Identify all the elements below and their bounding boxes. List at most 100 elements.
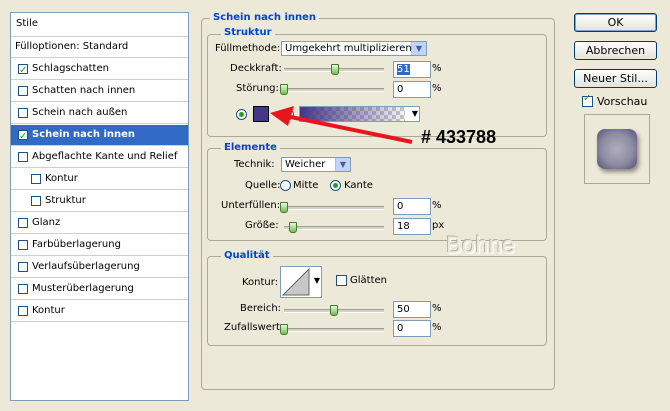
chevron-down-icon: ▼ bbox=[335, 158, 350, 171]
style-item-checkbox[interactable] bbox=[18, 86, 28, 96]
contour-picker[interactable]: ▼ bbox=[280, 266, 322, 298]
groesse-field[interactable]: 18 bbox=[393, 218, 431, 235]
ok-button[interactable]: OK bbox=[574, 13, 657, 32]
zufallswert-field[interactable]: 0 bbox=[393, 320, 431, 337]
unterfuellen-field[interactable]: 0 bbox=[393, 198, 431, 215]
style-item-8[interactable]: Glanz bbox=[11, 213, 188, 234]
style-item-label: Abgeflachte Kante und Relief bbox=[32, 151, 178, 162]
style-item-checkbox[interactable] bbox=[18, 284, 28, 294]
bereich-field[interactable]: 50 bbox=[393, 301, 431, 318]
style-item-label: Schein nach außen bbox=[32, 107, 128, 118]
arrow-head bbox=[270, 106, 294, 126]
technik-select[interactable]: Weicher ▼ bbox=[281, 157, 351, 172]
style-item-label: Fülloptionen: Standard bbox=[15, 41, 129, 52]
style-item-checkbox[interactable] bbox=[18, 262, 28, 272]
style-item-5[interactable]: Abgeflachte Kante und Relief bbox=[11, 147, 188, 168]
style-item-label: Farbüberlagerung bbox=[32, 239, 121, 250]
chevron-down-icon: ▼ bbox=[411, 42, 426, 55]
bereich-slider-thumb[interactable] bbox=[330, 305, 338, 316]
style-item-4[interactable]: Schein nach innen bbox=[11, 125, 188, 147]
style-item-label: Glanz bbox=[32, 217, 61, 228]
style-item-9[interactable]: Farbüberlagerung bbox=[11, 235, 188, 256]
inner-glow-title: Schein nach innen bbox=[210, 12, 320, 24]
style-item-label: Schlagschatten bbox=[32, 63, 109, 74]
style-item-checkbox[interactable] bbox=[18, 240, 28, 250]
style-item-12[interactable]: Kontur bbox=[11, 301, 188, 322]
preview-checkbox[interactable] bbox=[582, 93, 593, 107]
styles-header: Stile bbox=[11, 13, 188, 37]
style-item-6[interactable]: Kontur bbox=[11, 169, 188, 190]
styles-header-label: Stile bbox=[16, 18, 38, 29]
cancel-button[interactable]: Abbrechen bbox=[574, 41, 657, 60]
styles-list: Stile Fülloptionen: Standard Schlagschatte… bbox=[10, 12, 189, 401]
stoerung-field[interactable]: 0 bbox=[393, 81, 431, 98]
technik-value: Weicher bbox=[285, 159, 326, 170]
groesse-value: 18 bbox=[397, 221, 410, 232]
style-item-checkbox[interactable] bbox=[31, 174, 41, 184]
glaetten-label: Glätten bbox=[350, 275, 387, 286]
style-item-0[interactable]: Fülloptionen: Standard bbox=[11, 37, 188, 58]
preview-swatch bbox=[597, 129, 637, 169]
quelle-label: Quelle: bbox=[245, 180, 281, 191]
style-item-label: Musterüberlagerung bbox=[32, 283, 134, 294]
style-item-11[interactable]: Musterüberlagerung bbox=[11, 279, 188, 300]
zufallswert-slider-track[interactable] bbox=[284, 328, 384, 332]
chevron-down-icon: ▼ bbox=[313, 276, 320, 285]
stoerung-label: Störung: bbox=[236, 83, 279, 94]
groesse-unit: px bbox=[432, 220, 445, 231]
bereich-value: 50 bbox=[397, 304, 410, 315]
deckkraft-field[interactable]: 51 bbox=[393, 61, 431, 78]
fuellmethode-label: Füllmethode: bbox=[215, 43, 281, 54]
contour-preview bbox=[281, 267, 310, 296]
style-preview bbox=[584, 114, 650, 184]
groesse-slider-thumb[interactable] bbox=[289, 222, 297, 233]
annotation-arrow bbox=[270, 106, 413, 144]
unterfuellen-label: Unterfüllen: bbox=[221, 200, 281, 211]
style-item-checkbox[interactable] bbox=[31, 196, 41, 206]
style-item-checkbox[interactable] bbox=[18, 108, 28, 118]
unterfuellen-unit: % bbox=[432, 200, 442, 211]
style-item-2[interactable]: Schatten nach innen bbox=[11, 81, 188, 102]
style-item-label: Struktur bbox=[45, 195, 86, 206]
struktur-title: Struktur bbox=[221, 27, 275, 39]
style-item-1[interactable]: Schlagschatten bbox=[11, 59, 188, 81]
preview-label: Vorschau bbox=[597, 95, 648, 108]
deckkraft-slider-thumb[interactable] bbox=[331, 64, 339, 75]
style-item-7[interactable]: Struktur bbox=[11, 191, 188, 212]
style-item-label: Verlaufsüberlagerung bbox=[32, 261, 140, 272]
fuellmethode-select[interactable]: Umgekehrt multiplizieren ▼ bbox=[281, 41, 427, 56]
style-item-checkbox[interactable] bbox=[18, 152, 28, 162]
style-item-label: Kontur bbox=[32, 305, 65, 316]
stoerung-slider-track[interactable] bbox=[284, 88, 384, 92]
fuellmethode-value: Umgekehrt multiplizieren bbox=[285, 43, 412, 54]
quelle-mitte-radio[interactable] bbox=[280, 180, 291, 191]
unterfuellen-value: 0 bbox=[397, 201, 404, 212]
stoerung-value: 0 bbox=[397, 84, 404, 95]
kontur-label: Kontur: bbox=[242, 277, 279, 288]
deckkraft-value: 51 bbox=[397, 64, 410, 75]
qualitaet-title: Qualität bbox=[221, 250, 273, 262]
style-item-checkbox[interactable] bbox=[18, 127, 28, 147]
style-item-label: Schatten nach innen bbox=[32, 85, 136, 96]
quelle-kante-radio[interactable] bbox=[330, 180, 341, 191]
solid-color-radio[interactable] bbox=[236, 109, 247, 120]
bereich-unit: % bbox=[432, 303, 442, 314]
style-item-checkbox[interactable] bbox=[18, 61, 28, 81]
groesse-slider-track[interactable] bbox=[284, 226, 384, 230]
unterfuellen-slider-track[interactable] bbox=[284, 206, 384, 210]
elemente-title: Elemente bbox=[221, 142, 280, 154]
style-item-10[interactable]: Verlaufsüberlagerung bbox=[11, 257, 188, 278]
glaetten-checkbox[interactable] bbox=[336, 275, 347, 286]
stoerung-slider-thumb[interactable] bbox=[280, 84, 288, 95]
style-item-checkbox[interactable] bbox=[18, 306, 28, 316]
bereich-label: Bereich: bbox=[240, 303, 282, 314]
deckkraft-label: Deckkraft: bbox=[230, 63, 282, 74]
quelle-mitte-label: Mitte bbox=[293, 180, 319, 191]
stoerung-unit: % bbox=[432, 83, 442, 94]
new-style-button[interactable]: Neuer Stil... bbox=[574, 69, 657, 88]
zufallswert-slider-thumb[interactable] bbox=[280, 324, 288, 335]
unterfuellen-slider-thumb[interactable] bbox=[280, 202, 288, 213]
zufallswert-label: Zufallswert: bbox=[224, 322, 284, 333]
style-item-checkbox[interactable] bbox=[18, 218, 28, 228]
style-item-3[interactable]: Schein nach außen bbox=[11, 103, 188, 124]
